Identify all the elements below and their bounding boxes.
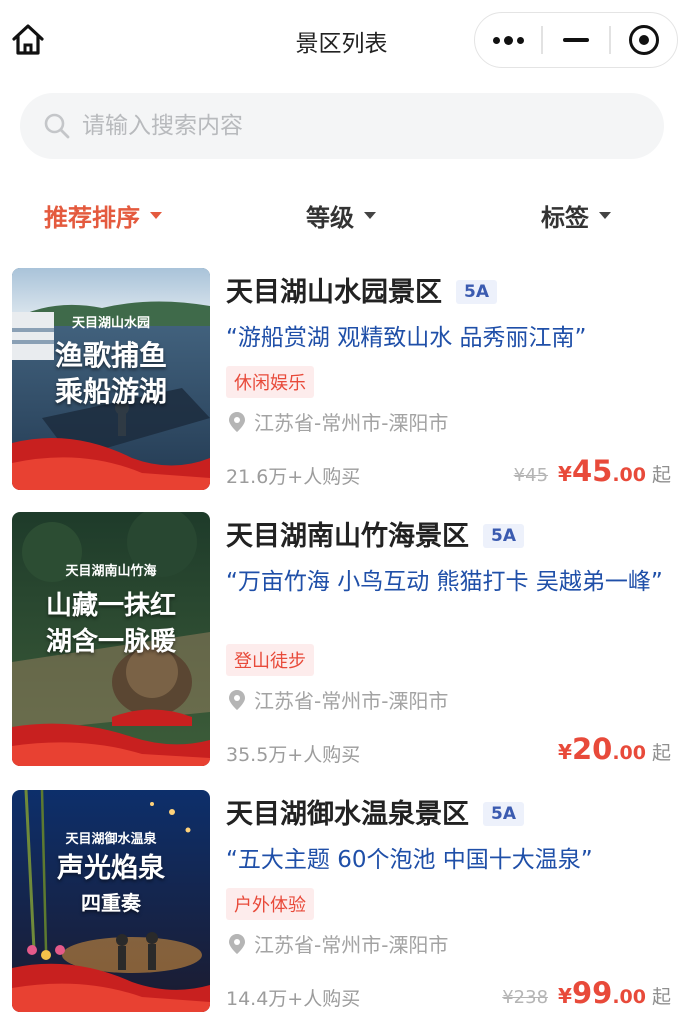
price: ¥ 20 .00 起 [548, 732, 671, 766]
thumbnail-headline-line: 声光焰泉 [57, 853, 165, 884]
sold-count: 21.6万+人购买 [226, 466, 361, 488]
thumbnail-headline-line: 乘船游湖 [54, 375, 167, 408]
scenic-card[interactable]: 天目湖御水温泉 声光焰泉 四重奏 天目湖御水温泉景区 5A “五大主题 60个泡池… [0, 790, 683, 1030]
location-text: 江苏省-常州市-溧阳市 [254, 411, 449, 435]
price-suffix: 起 [651, 464, 671, 486]
filter-label: 推荐排序 [44, 204, 140, 232]
scenic-thumbnail: 天目湖御水温泉 声光焰泉 四重奏 [12, 790, 210, 1012]
scenic-name-text: 天目湖山水园景区 [226, 277, 442, 308]
caret-down-icon [364, 212, 376, 219]
location-text: 江苏省-常州市-溧阳市 [254, 933, 449, 957]
thumbnail-headline-line: 渔歌捕鱼 [54, 339, 167, 372]
scenic-card[interactable]: 天目湖山水园 渔歌捕鱼 乘船游湖 天目湖山水园景区 5A “游船赏湖 观精致山水 … [0, 268, 683, 508]
scenic-name-text: 天目湖南山竹海景区 [226, 521, 469, 552]
search-bar[interactable] [20, 93, 664, 159]
location-pin-icon [229, 411, 245, 432]
price-integer: 20 [571, 732, 613, 766]
price: ¥238 ¥ 99 .00 起 [502, 976, 671, 1010]
location: 江苏省-常州市-溧阳市 [228, 929, 448, 958]
category-tag: 登山徒步 [226, 644, 314, 676]
scenic-thumbnail: 天目湖南山竹海 山藏一抹红 湖含一脉暖 [12, 512, 210, 766]
price-suffix: 起 [651, 986, 671, 1008]
scenic-name: 天目湖御水温泉景区 5A [226, 792, 524, 831]
search-icon [44, 113, 70, 139]
filter-label: 等级 [306, 204, 354, 232]
location-pin-icon [229, 689, 245, 710]
sold-count: 14.4万+人购买 [226, 988, 361, 1010]
price-suffix: 起 [651, 742, 671, 764]
thumbnail-caption: 天目湖南山竹海 [65, 564, 157, 579]
location: 江苏省-常州市-溧阳市 [228, 407, 448, 436]
filter-recommend-sort[interactable]: 推荐排序 [44, 198, 162, 233]
scenic-slogan: “五大主题 60个泡池 中国十大温泉” [226, 847, 593, 873]
filter-grade[interactable]: 等级 [306, 198, 376, 233]
currency-symbol: ¥ [558, 462, 572, 486]
grade-badge: 5A [456, 280, 497, 304]
price-integer: 99 [571, 976, 613, 1010]
scenic-slogan: “万亩竹海 小鸟互动 熊猫打卡 吴越弟一峰” [226, 569, 663, 595]
thumbnail-headline: 山藏一抹红 湖含一脉暖 [12, 588, 210, 660]
scenic-card[interactable]: 天目湖南山竹海 山藏一抹红 湖含一脉暖 天目湖南山竹海景区 5A “万亩竹海 小鸟… [0, 512, 683, 766]
price-decimal: .00 [612, 986, 646, 1008]
location: 江苏省-常州市-溧阳市 [228, 685, 448, 714]
currency-symbol: ¥ [558, 740, 572, 764]
thumbnail-headline-line: 山藏一抹红 [45, 591, 176, 621]
sold-count: 35.5万+人购买 [226, 744, 361, 766]
thumbnail-headline-line: 四重奏 [81, 891, 141, 915]
original-price: ¥45 [513, 465, 549, 486]
mini-program-capsule [474, 12, 678, 68]
thumbnail-headline-line: 湖含一脉暖 [45, 627, 176, 657]
original-price: ¥238 [502, 987, 549, 1008]
grade-badge: 5A [483, 524, 524, 548]
category-tag: 户外体验 [226, 888, 314, 920]
price-decimal: .00 [612, 742, 646, 764]
close-target-icon[interactable] [611, 13, 677, 67]
price: ¥45 ¥ 45 .00 起 [514, 454, 671, 488]
thumbnail-headline: 渔歌捕鱼 乘船游湖 [12, 338, 210, 410]
currency-symbol: ¥ [558, 984, 572, 1008]
price-decimal: .00 [612, 464, 646, 486]
filter-bar: 推荐排序 等级 标签 [0, 190, 683, 240]
scenic-name: 天目湖山水园景区 5A [226, 270, 497, 309]
search-input[interactable] [82, 113, 642, 139]
scenic-thumbnail: 天目湖山水园 渔歌捕鱼 乘船游湖 [12, 268, 210, 490]
thumbnail-caption: 天目湖山水园 [71, 316, 150, 331]
price-integer: 45 [571, 454, 613, 488]
scenic-name-text: 天目湖御水温泉景区 [226, 799, 469, 830]
filter-label: 标签 [541, 204, 589, 232]
minimize-icon[interactable] [543, 13, 609, 67]
scenic-slogan: “游船赏湖 观精致山水 品秀丽江南” [226, 325, 587, 351]
location-pin-icon [229, 933, 245, 954]
more-dots-icon[interactable] [475, 13, 541, 67]
category-tag: 休闲娱乐 [226, 366, 314, 398]
thumbnail-caption: 天目湖御水温泉 [65, 832, 157, 847]
nav-bar: 景区列表 [0, 0, 683, 80]
scenic-name: 天目湖南山竹海景区 5A [226, 514, 524, 553]
thumbnail-headline: 声光焰泉 四重奏 [12, 852, 210, 920]
caret-down-icon [599, 212, 611, 219]
filter-tags[interactable]: 标签 [541, 198, 611, 233]
location-text: 江苏省-常州市-溧阳市 [254, 689, 449, 713]
caret-down-icon [150, 212, 162, 219]
grade-badge: 5A [483, 802, 524, 826]
